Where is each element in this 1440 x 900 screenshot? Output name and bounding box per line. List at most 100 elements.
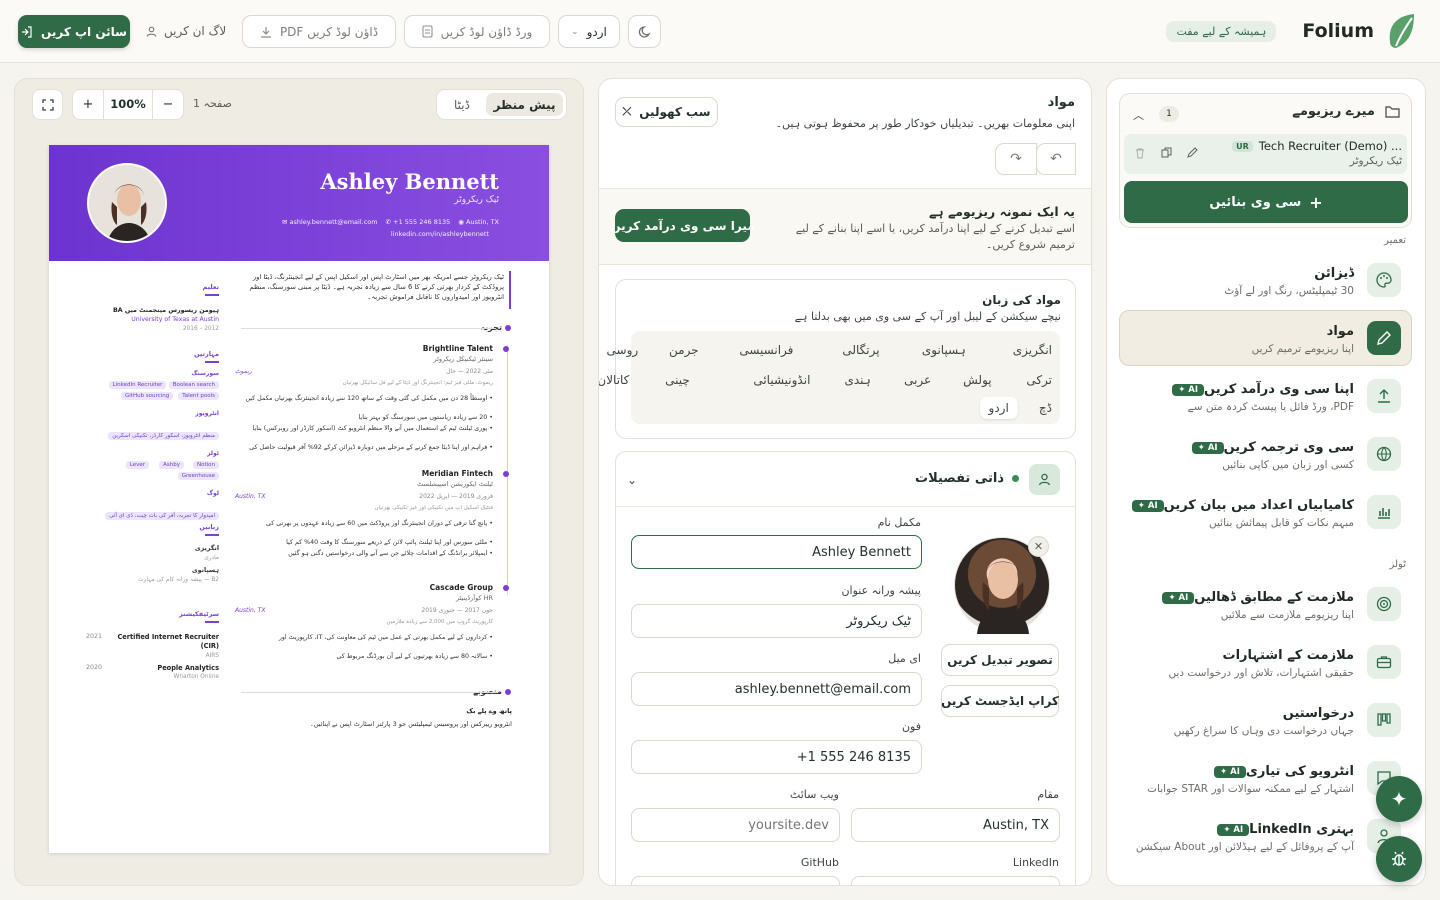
- resume-linkedin: linkedin.com/in/ashleybennett: [390, 230, 489, 238]
- github-label: GitHub: [800, 856, 839, 869]
- ai-assistant-button[interactable]: ✦: [1376, 776, 1422, 822]
- language-option[interactable]: انگریزی: [1004, 339, 1061, 361]
- language-option[interactable]: پولش: [954, 369, 1001, 391]
- sidebar-item-title-row: ملازمت کے اشتہارات: [1223, 648, 1355, 663]
- phone-label: فون: [901, 720, 921, 733]
- language-select[interactable]: ⌄ اردو: [558, 15, 620, 48]
- email-input[interactable]: [631, 672, 922, 706]
- language-option[interactable]: پرتگالی: [833, 339, 888, 361]
- signup-button[interactable]: سائن اپ کریں: [18, 15, 130, 48]
- sidebar-item-label: LinkedIn بہتری: [1249, 822, 1354, 837]
- sidebar-item-title-row: ✦ AI اپنا سی وی درآمد کریں: [1166, 382, 1354, 397]
- undo-button[interactable]: ↶: [1036, 143, 1076, 175]
- cert-org: AIRS: [205, 653, 219, 659]
- my-resumes-header[interactable]: میرے ریزیومے: [1292, 104, 1400, 119]
- expand-icon: [41, 98, 54, 111]
- edit-icon[interactable]: [1187, 147, 1198, 158]
- chevron-down-icon[interactable]: ⌄: [627, 473, 637, 487]
- resume-contact-row: ✉ ashley.bennett@email.com ✆ +1 555 246 …: [282, 218, 499, 226]
- job-location: Austin, TX: [235, 493, 266, 500]
- adjust-crop-button[interactable]: کراپ ایڈجسٹ کریں: [941, 685, 1059, 717]
- sidebar-item-title-row: مواد: [1327, 324, 1354, 339]
- full-name-input[interactable]: [631, 535, 922, 569]
- create-cv-button[interactable]: سی وی بنائیں +: [1124, 181, 1408, 223]
- cert-org: Wharton Online: [173, 674, 219, 680]
- sidebar-item-title-row: ✦ AI انٹرویو کی تیاری: [1208, 764, 1354, 779]
- language-option[interactable]: جرمن: [660, 339, 708, 361]
- lang-badge: UR: [1232, 140, 1253, 152]
- language-option[interactable]: روسی: [599, 339, 647, 361]
- sidebar-item-subtitle: کسی اور زبان میں کاپی بنائیں: [1222, 459, 1354, 471]
- bug-icon: [1390, 850, 1408, 868]
- language-option[interactable]: ڈچ: [1030, 397, 1061, 419]
- logo[interactable]: ہمیشہ کے لیے مفت Folium: [1166, 12, 1416, 50]
- website-input[interactable]: [631, 808, 840, 842]
- job-title-input[interactable]: [631, 604, 922, 638]
- language-level: B2 — پیشہ ورانہ کام کی مہارت: [138, 577, 219, 583]
- resume-title: ٹیک ریکروٹر: [454, 195, 499, 205]
- github-input[interactable]: [631, 876, 840, 885]
- language-option[interactable]: انڈونیشیائی: [744, 369, 819, 391]
- pdf-download-button[interactable]: PDF ڈاؤن لوڈ کریں: [242, 15, 396, 48]
- tab-data[interactable]: ڈیٹا: [440, 93, 484, 116]
- language-option[interactable]: چینی: [656, 369, 699, 391]
- tab-preview[interactable]: پیش منظر: [486, 93, 563, 116]
- zoom-out-button[interactable]: −: [153, 97, 183, 112]
- language-option[interactable]: ہندی: [835, 369, 879, 391]
- language-option[interactable]: کاتالان: [599, 369, 638, 391]
- job-bullet: • اوسطاً 28 دن میں مکمل کی گئی وقت کے سا…: [245, 395, 493, 402]
- job-role: سینئر ٹیکنیکل ریکروٹر: [433, 355, 493, 363]
- trash-icon[interactable]: [1135, 148, 1145, 159]
- project-name: پاتھ وے پلے بک: [466, 707, 512, 715]
- globe-icon: [1367, 437, 1401, 471]
- language-option[interactable]: فرانسیسی: [730, 339, 802, 361]
- fullscreen-button[interactable]: [32, 89, 63, 120]
- content-lang-subtitle: نیچے سیکشن کے لیبل اور آپ کے سی وی میں ب…: [794, 310, 1061, 323]
- person-icon: [1029, 464, 1060, 495]
- language-option[interactable]: اردو: [979, 397, 1018, 419]
- language-option[interactable]: ترکی: [1017, 369, 1061, 391]
- heading-underline: [205, 361, 219, 363]
- copy-icon[interactable]: [1161, 147, 1172, 158]
- timeline-dot: [505, 325, 511, 331]
- sidebar-item-subtitle: جہاں درخواست دی وہاں کا سراغ رکھیں: [1173, 725, 1354, 737]
- theme-toggle-button[interactable]: [628, 15, 661, 48]
- sidebar-item-label: ملازمت کے اشتہارات: [1222, 648, 1355, 663]
- resume-item-title-row: UR Tech Recruiter (Demo) ...: [1232, 139, 1402, 153]
- import-my-cv-button[interactable]: میرا سی وی درآمد کریں: [610, 209, 755, 242]
- word-download-button[interactable]: ورڈ ڈاؤن لوڈ کریں: [404, 15, 550, 48]
- sidebar-item-title-row: ✦ AI ملازمت کے مطابق ڈھالیں: [1156, 590, 1354, 605]
- change-photo-button[interactable]: تصویر تبدیل کریں: [941, 644, 1059, 676]
- remove-photo-button[interactable]: ✕: [1028, 536, 1049, 557]
- job-dates: فروری 2019 — اپریل 2022: [419, 493, 493, 500]
- ai-badge: ✦ AI: [1172, 383, 1205, 396]
- phone-input[interactable]: [631, 740, 922, 774]
- redo-button[interactable]: ↷: [995, 143, 1037, 175]
- content-lang-title: مواد کی زبان: [982, 293, 1061, 307]
- zoom-level: 100%: [103, 90, 153, 119]
- redo-icon: ↷: [1010, 151, 1022, 167]
- briefcase-icon: [1367, 645, 1401, 679]
- resume-name: Ashley Bennett: [320, 169, 499, 194]
- zoom-in-button[interactable]: +: [73, 97, 103, 112]
- sidebar-item-title-row: ✦ AI LinkedIn بہتری: [1211, 822, 1354, 837]
- moon-icon: [638, 25, 652, 39]
- linkedin-label: LinkedIn: [1012, 856, 1059, 869]
- ai-badge: ✦ AI: [1162, 591, 1195, 604]
- project-desc: انٹرویو ریبرکس اور پروسیس ٹیمپلیٹس جو 3 …: [309, 720, 512, 728]
- language-option[interactable]: ہسپانوی: [913, 339, 975, 361]
- linkedin-input[interactable]: [851, 876, 1060, 885]
- open-all-button[interactable]: ⤫ سب کھولیں: [615, 97, 718, 127]
- pencil-icon: [1367, 321, 1401, 355]
- feedback-bug-button[interactable]: [1376, 836, 1422, 882]
- language-option[interactable]: عربی: [895, 369, 940, 391]
- ai-badge: ✦ AI: [1214, 765, 1246, 778]
- plus-icon: +: [1309, 192, 1323, 212]
- login-link[interactable]: لاگ ان کریں: [146, 24, 226, 38]
- website-label: ویب سائٹ: [789, 788, 839, 801]
- skill-tag: Greenhouse: [177, 472, 219, 480]
- skills-heading: مہارتیں: [194, 350, 219, 358]
- chevron-up-icon[interactable]: ︿: [1133, 107, 1144, 123]
- language-name: ہسپانوی: [191, 567, 219, 574]
- location-input[interactable]: [851, 808, 1060, 842]
